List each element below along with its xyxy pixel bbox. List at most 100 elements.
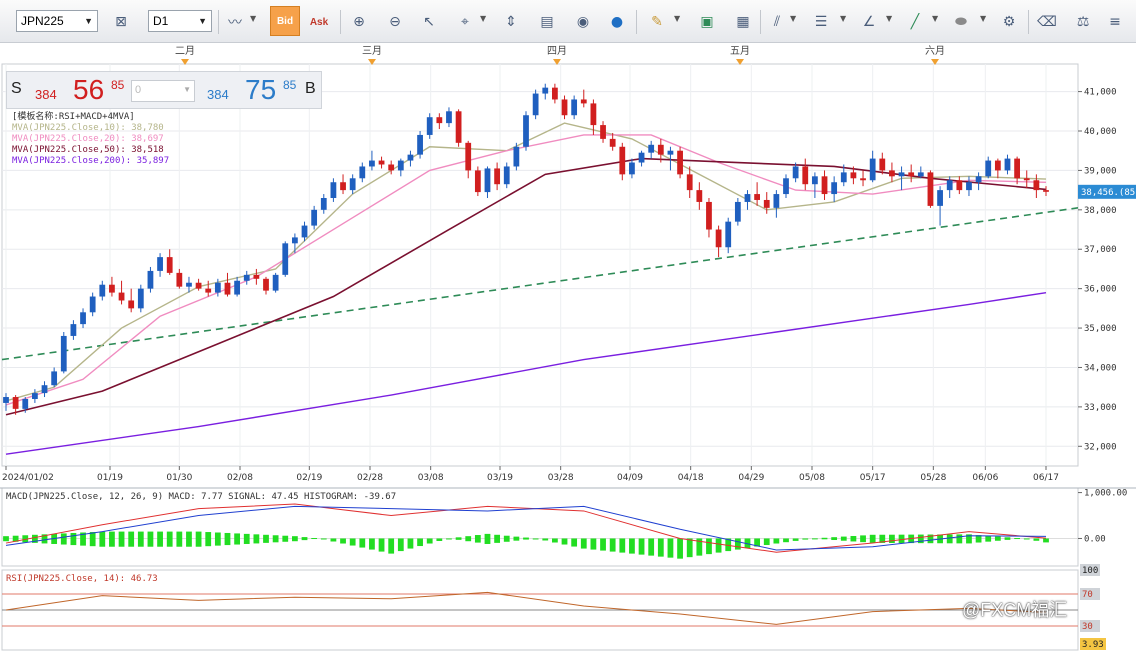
macd-histogram-bar: [214, 532, 221, 546]
symbol-select[interactable]: JPN225 ▼: [16, 10, 98, 32]
chevron-down-icon: ▼: [183, 85, 191, 94]
chevron-down-icon[interactable]: ▼: [790, 14, 796, 23]
candle-body: [263, 278, 269, 291]
sell-label[interactable]: S: [11, 80, 22, 98]
macd-histogram-bar: [1014, 538, 1020, 540]
candle-body: [1014, 158, 1020, 179]
macd-histogram-bar: [253, 534, 260, 544]
price-tick-label: 36,000: [1084, 285, 1117, 295]
buy-label[interactable]: B: [305, 80, 316, 98]
candle-body: [975, 176, 982, 183]
screenshot-icon[interactable]: ▦: [730, 9, 756, 35]
eraser-icon[interactable]: ⌫: [1034, 9, 1060, 35]
candle-body: [783, 178, 789, 195]
price-tick-label: 41,000: [1084, 88, 1117, 98]
candle-body: [889, 170, 895, 177]
macd-histogram-bar: [860, 535, 866, 543]
candle-body: [166, 257, 173, 273]
buy-price-prefix[interactable]: 384: [207, 87, 229, 102]
month-label: 六月: [925, 45, 945, 57]
macd-histogram-bar: [648, 538, 655, 556]
chevron-down-icon[interactable]: ▼: [674, 14, 680, 23]
indicator-icon[interactable]: ⚙: [996, 9, 1022, 35]
candle-body: [301, 225, 308, 238]
chart-type-icon[interactable]: 〰: [222, 9, 248, 35]
eye-icon[interactable]: ◉: [570, 9, 596, 35]
macd-histogram-bar: [619, 538, 626, 553]
buy-price-sup[interactable]: 85: [283, 78, 296, 92]
candle-body: [359, 166, 366, 179]
macd-histogram-bar: [590, 538, 597, 550]
macd-histogram-bar: [205, 532, 212, 547]
candle-body: [446, 111, 452, 124]
candle-body: [686, 174, 693, 191]
candle-body: [234, 280, 240, 295]
price-chart[interactable]: 二月 三月 四月 五月 六月 41,000 40,000 39,000 38,000 37,000…: [0, 42, 1136, 652]
macd-histogram-bar: [359, 538, 366, 548]
zoom-out-icon[interactable]: ⊖: [382, 9, 408, 35]
crosshair-icon[interactable]: ⌖: [452, 9, 478, 35]
macd-legend: MACD(JPN225.Close, 12, 26, 9) MACD: 7.77…: [6, 492, 396, 502]
zoom-in-icon[interactable]: ⊕: [346, 9, 372, 35]
menu-icon[interactable]: ≡: [1102, 9, 1128, 35]
candle-body: [677, 150, 683, 175]
ask-button[interactable]: Ask: [306, 9, 332, 35]
candle-body: [349, 178, 356, 191]
sell-price-prefix[interactable]: 384: [35, 87, 57, 102]
macd-histogram-bar: [802, 538, 809, 540]
candle-body: [109, 284, 115, 293]
macd-histogram-bar: [282, 535, 289, 542]
macd-histogram-bar: [109, 531, 115, 547]
template-icon[interactable]: ▤: [534, 9, 560, 35]
candle-body: [195, 282, 202, 289]
month-label: 四月: [547, 45, 567, 57]
objects-icon[interactable]: ⚖: [1070, 9, 1096, 35]
fibonacci-icon[interactable]: ⫽: [764, 9, 790, 35]
globe-icon[interactable]: ●: [604, 9, 630, 35]
candle-body: [137, 288, 144, 309]
timeframe-select[interactable]: D1 ▼: [148, 10, 212, 32]
chevron-down-icon[interactable]: ▼: [932, 14, 938, 23]
price-tick-label: 39,000: [1084, 166, 1117, 176]
macd-histogram-bar: [840, 536, 847, 541]
price-tick-label: 37,000: [1084, 245, 1117, 255]
macd-histogram-bar: [301, 537, 308, 541]
chevron-down-icon[interactable]: ▼: [840, 14, 846, 23]
candle-body: [397, 160, 404, 171]
price-tick-label: 33,000: [1084, 403, 1117, 413]
sell-price-sup[interactable]: 85: [111, 78, 124, 92]
macd-histogram-bar: [320, 538, 327, 540]
angle-icon[interactable]: ∠: [856, 9, 882, 35]
candle-body: [70, 324, 77, 336]
macd-histogram-bar: [850, 535, 857, 542]
bid-button[interactable]: Bid: [270, 6, 300, 36]
sell-price-big[interactable]: 56: [73, 74, 104, 106]
image-icon[interactable]: ▣: [694, 9, 720, 35]
chevron-down-icon[interactable]: ▼: [250, 14, 256, 23]
macd-histogram-bar: [417, 538, 423, 547]
trendline-icon[interactable]: ╱: [902, 9, 928, 35]
buy-price-big[interactable]: 75: [245, 74, 276, 106]
candle-body: [696, 190, 703, 202]
macd-histogram-bar: [523, 537, 529, 540]
candle-body: [205, 288, 212, 293]
candle-body: [494, 168, 500, 185]
scroll-icon[interactable]: ⇕: [498, 9, 524, 35]
chevron-down-icon[interactable]: ▼: [480, 14, 486, 23]
delete-symbol-icon[interactable]: ⊠: [108, 9, 134, 35]
chevron-down-icon[interactable]: ▼: [980, 14, 986, 23]
macd-histogram-bar: [1033, 538, 1040, 541]
candle-body: [60, 335, 67, 372]
macd-histogram-bar: [70, 532, 77, 546]
macd-histogram-bar: [186, 531, 192, 547]
chevron-down-icon[interactable]: ▼: [886, 14, 892, 23]
lot-size-input[interactable]: 0 ▼: [131, 80, 195, 102]
macd-histogram-bar: [677, 538, 683, 559]
cursor-icon[interactable]: ↖: [416, 9, 442, 35]
ellipse-icon[interactable]: ⬬: [948, 9, 974, 35]
lines-icon[interactable]: ☰: [808, 9, 834, 35]
ruler-icon[interactable]: ✎: [644, 9, 670, 35]
candle-body: [378, 160, 385, 165]
date-tick-label: 04/29: [738, 473, 764, 483]
date-tick-label: 05/17: [860, 473, 886, 483]
